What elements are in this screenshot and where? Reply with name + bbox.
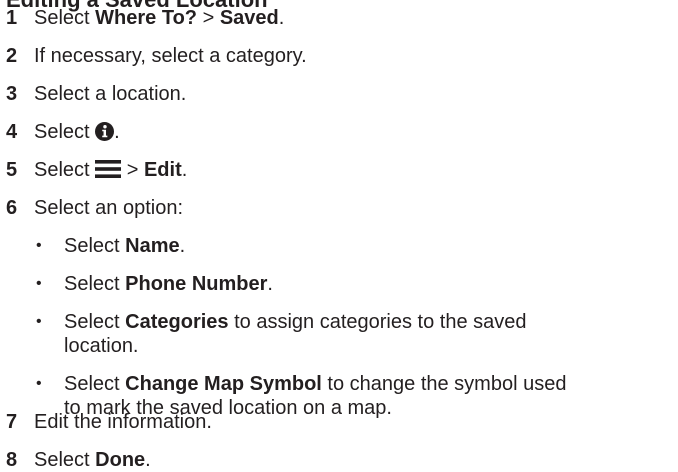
step-punct: .: [181, 159, 188, 181]
option-text: Select: [64, 373, 126, 395]
done-label: Done: [95, 449, 146, 471]
option-text: Select: [64, 273, 126, 295]
step-8: 8 Select Done.: [6, 448, 151, 472]
step-number: 6: [6, 197, 18, 219]
step-7: 7 Edit the information.: [6, 410, 212, 434]
step-text: If necessary, select a category.: [34, 45, 307, 67]
step-5: 5 Select > Edit.: [6, 158, 187, 182]
step-number: 5: [6, 159, 18, 181]
step-number: 4: [6, 121, 18, 143]
step-text: Edit the information.: [34, 411, 212, 433]
option-rest: to assign categories to the saved: [228, 311, 527, 333]
bullet-dot: •: [36, 237, 42, 254]
step-number: 2: [6, 45, 18, 67]
step-punct: .: [114, 121, 120, 143]
step-number: 3: [6, 83, 18, 105]
where-to-label: Where To?: [95, 7, 198, 29]
option-name: • Select Name.: [36, 234, 186, 258]
bullet-dot: •: [36, 275, 42, 292]
option-phone-number: • Select Phone Number.: [36, 272, 273, 296]
edit-label: Edit: [143, 159, 182, 181]
separator: >: [121, 159, 144, 181]
option-rest-line2: location.: [64, 335, 139, 357]
bullet-dot: •: [36, 313, 42, 330]
option-text: Select: [64, 311, 126, 333]
name-label: Name: [125, 235, 180, 257]
step-text: Select: [34, 7, 96, 29]
step-3: 3 Select a location.: [6, 82, 186, 106]
option-categories: • Select Categories to assign categories …: [36, 310, 527, 358]
option-punct: .: [267, 273, 273, 295]
step-text: Select: [34, 449, 96, 471]
step-punct: .: [278, 7, 285, 29]
change-map-symbol-label: Change Map Symbol: [125, 373, 322, 395]
separator: >: [197, 7, 220, 29]
info-circle-icon: [95, 122, 115, 141]
option-rest: to change the symbol used: [321, 373, 567, 395]
saved-label: Saved: [219, 7, 279, 29]
categories-label: Categories: [125, 311, 229, 333]
bullet-dot: •: [36, 375, 42, 392]
step-4: 4 Select .: [6, 120, 120, 144]
step-text: Select: [34, 159, 96, 181]
step-punct: .: [145, 449, 151, 471]
step-6: 6 Select an option:: [6, 196, 183, 220]
step-text: Select: [34, 121, 96, 143]
step-2: 2 If necessary, select a category.: [6, 44, 307, 68]
step-text: Select a location.: [34, 83, 187, 105]
phone-number-label: Phone Number: [125, 273, 268, 295]
step-number: 7: [6, 411, 18, 433]
menu-hamburger-icon: [95, 160, 122, 178]
option-punct: .: [179, 235, 186, 257]
step-number: 1: [6, 7, 18, 29]
option-text: Select: [64, 235, 126, 257]
step-1: 1 Select Where To? > Saved.: [6, 6, 284, 30]
step-number: 8: [6, 449, 18, 471]
step-text: Select an option:: [34, 197, 183, 219]
